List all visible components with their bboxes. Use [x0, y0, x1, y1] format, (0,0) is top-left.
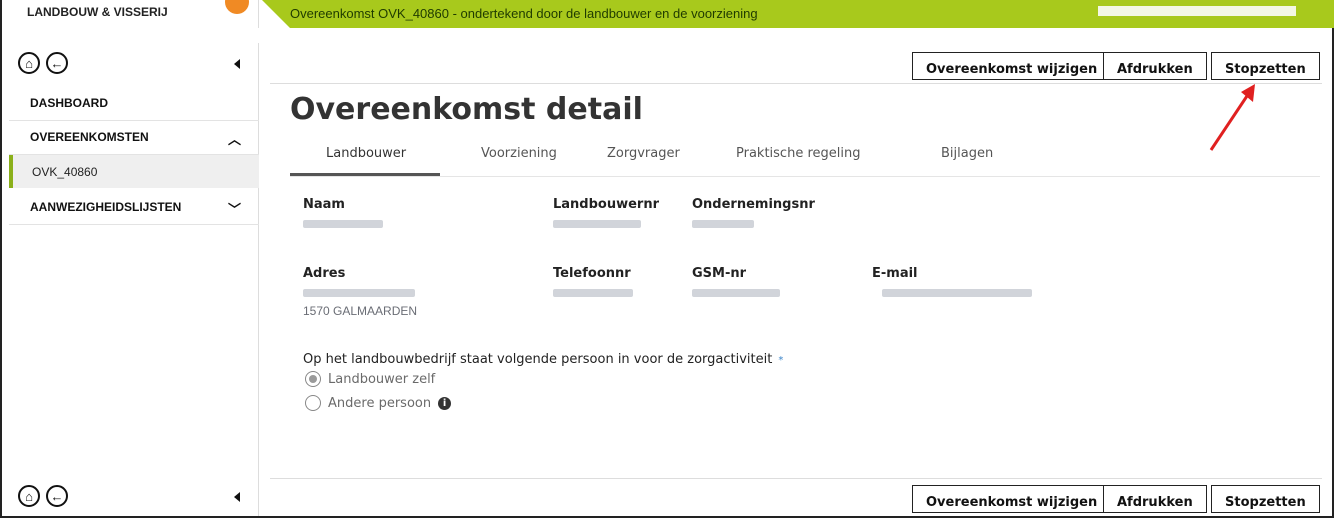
sidebar-item-label: OVEREENKOMSTEN [30, 130, 149, 144]
collapse-sidebar-icon[interactable] [234, 492, 240, 502]
radio-andere-persoon[interactable]: Andere persoon i [305, 395, 452, 411]
redacted-value [553, 220, 641, 228]
address-line-2: 1570 GALMAARDEN [303, 304, 418, 318]
redacted-value [303, 220, 383, 228]
tab-voorziening[interactable]: Voorziening [481, 146, 557, 161]
chevron-down-icon: ﹀ [227, 202, 241, 217]
sidebar-bottom-icons: ⌂ ← [18, 485, 68, 507]
home-icon[interactable]: ⌂ [18, 485, 40, 507]
brand-logo-icon [225, 0, 249, 14]
redacted-value [303, 289, 415, 297]
tab-zorgvrager[interactable]: Zorgvrager [607, 146, 680, 161]
sidebar-item-overeenkomsten[interactable]: OVEREENKOMSTEN ︿ [9, 120, 259, 155]
field-label-ondernemingsnr: Ondernemingsnr [692, 197, 815, 212]
home-icon[interactable]: ⌂ [18, 52, 40, 74]
tab-bijlagen[interactable]: Bijlagen [941, 146, 993, 161]
collapse-sidebar-icon[interactable] [234, 59, 240, 69]
sidebar-top-icons: ⌂ ← [18, 52, 68, 74]
brand-area: LANDBOUW & VISSERIJ [9, 0, 259, 28]
radio-label: Andere persoon [328, 395, 432, 411]
redacted-value [692, 289, 780, 297]
brand-name: LANDBOUW & VISSERIJ [27, 5, 168, 19]
sidebar-item-label: AANWEZIGHEIDSLIJSTEN [30, 200, 182, 214]
back-arrow-icon[interactable]: ← [46, 485, 68, 507]
sidebar-item-dashboard[interactable]: DASHBOARD [9, 86, 259, 121]
required-marker: * [778, 355, 784, 366]
back-arrow-icon[interactable]: ← [46, 52, 68, 74]
toolbar-bottom-divider [270, 478, 1322, 479]
sidebar-item-label: OVK_40860 [32, 165, 98, 179]
chevron-up-icon: ︿ [227, 132, 241, 147]
sidebar-item-ovk-40860[interactable]: OVK_40860 [9, 155, 259, 188]
question-label: Op het landbouwbedrijf staat volgende pe… [303, 352, 783, 367]
banner-text: Overeenkomst OVK_40860 - ondertekend doo… [290, 6, 758, 21]
stop-button[interactable]: Stopzetten [1211, 485, 1320, 513]
field-label-adres: Adres [303, 266, 346, 281]
stop-button[interactable]: Stopzetten [1211, 52, 1320, 80]
redacted-value [692, 220, 754, 228]
print-button[interactable]: Afdrukken [1103, 485, 1207, 513]
info-icon[interactable]: i [438, 396, 452, 410]
sidebar-item-label: DASHBOARD [30, 96, 108, 110]
page-title: Overeenkomst detail [290, 92, 643, 127]
edit-agreement-button[interactable]: Overeenkomst wijzigen [912, 52, 1112, 80]
radio-label: Landbouwer zelf [328, 371, 436, 387]
field-label-gsm: GSM-nr [692, 266, 747, 281]
radio-button-checked[interactable] [305, 371, 321, 387]
field-label-email: E-mail [872, 266, 918, 281]
print-button[interactable]: Afdrukken [1103, 52, 1207, 80]
tab-landbouwer[interactable]: Landbouwer [326, 146, 406, 161]
active-tab-indicator [290, 173, 440, 176]
sidebar-item-aanwezigheidslijsten[interactable]: AANWEZIGHEIDSLIJSTEN ﹀ [9, 190, 259, 225]
field-label-landbouwernr: Landbouwernr [553, 197, 660, 212]
tab-praktische-regeling[interactable]: Praktische regeling [736, 146, 860, 161]
redacted-value [553, 289, 633, 297]
edit-agreement-button[interactable]: Overeenkomst wijzigen [912, 485, 1112, 513]
redacted-value [882, 289, 1032, 297]
banner-search-field[interactable] [1098, 6, 1296, 16]
tab-bar: Landbouwer Voorziening Zorgvrager Prakti… [290, 143, 1320, 177]
question-text: Op het landbouwbedrijf staat volgende pe… [303, 352, 773, 367]
radio-button[interactable] [305, 395, 321, 411]
field-label-naam: Naam [303, 197, 345, 212]
field-label-telefoonnr: Telefoonnr [553, 266, 631, 281]
radio-landbouwer-zelf[interactable]: Landbouwer zelf [305, 371, 435, 387]
